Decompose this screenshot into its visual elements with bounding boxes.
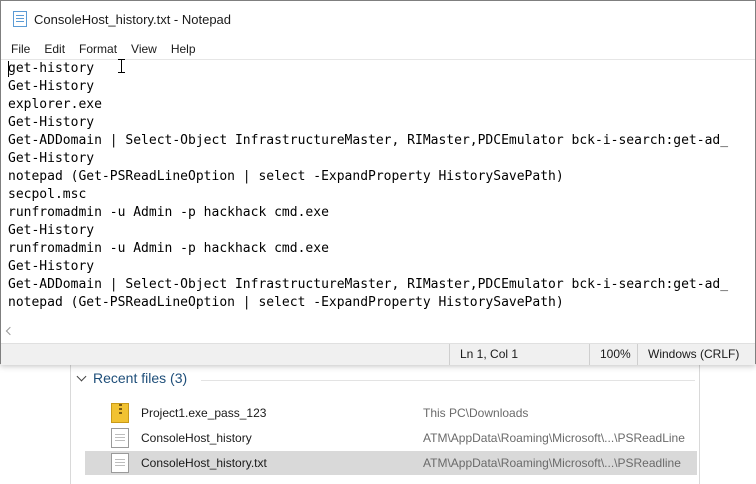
menu-format[interactable]: Format: [73, 42, 123, 56]
notepad-app-icon: [13, 11, 27, 27]
text-line: Get-History: [8, 223, 95, 238]
horizontal-scrollbar[interactable]: [1, 323, 755, 341]
file-path: ATM\AppData\Roaming\Microsoft\...\PSRead…: [423, 456, 681, 470]
file-path: This PC\Downloads: [423, 406, 529, 420]
chevron-down-icon[interactable]: [77, 373, 87, 383]
status-cursor-position: Ln 1, Col 1: [449, 344, 589, 365]
text-line: runfromadmin -u Admin -p hackhack cmd.ex…: [8, 205, 329, 220]
text-line: Get-History: [8, 259, 95, 274]
ibeam-cursor-icon: [118, 59, 126, 73]
text-line: notepad (Get-PSReadLineOption | select -…: [8, 295, 564, 310]
text-line: Get-ADDomain | Select-Object Infrastruct…: [8, 277, 729, 292]
recent-files-header[interactable]: Recent files (3): [77, 370, 187, 386]
recent-files-label: Recent files (3): [93, 370, 188, 386]
document-icon: [111, 428, 129, 448]
text-line: Get-History: [8, 115, 95, 130]
list-item-recent-file-3[interactable]: ConsoleHost_history.txt ATM\AppData\Roam…: [85, 451, 697, 475]
menu-file[interactable]: File: [5, 42, 36, 56]
window-title: ConsoleHost_history.txt - Notepad: [34, 11, 232, 27]
text-line: Get-History: [8, 151, 95, 166]
text-line: secpol.msc: [8, 187, 87, 202]
text-line: explorer.exe: [8, 97, 102, 112]
list-item-recent-file-1[interactable]: Project1.exe_pass_123 This PC\Downloads: [85, 401, 697, 425]
menu-edit[interactable]: Edit: [38, 42, 71, 56]
scroll-left-arrow-icon[interactable]: [5, 326, 15, 336]
text-line: get-history: [8, 61, 95, 76]
menu-help[interactable]: Help: [165, 42, 202, 56]
text-line: Get-History: [8, 79, 95, 94]
section-divider: [201, 380, 695, 381]
zip-folder-icon: [111, 403, 129, 423]
file-name: Project1.exe_pass_123: [141, 406, 267, 420]
list-item-recent-file-2[interactable]: ConsoleHost_history ATM\AppData\Roaming\…: [85, 426, 697, 450]
status-bar: Ln 1, Col 1 100% Windows (CRLF): [1, 343, 755, 365]
text-editor-area[interactable]: get-history Get-History explorer.exe Get…: [1, 59, 755, 322]
file-path: ATM\AppData\Roaming\Microsoft\...\PSRead…: [423, 431, 685, 445]
file-name: ConsoleHost_history.txt: [141, 456, 267, 470]
status-zoom-level: 100%: [589, 344, 637, 365]
menu-view[interactable]: View: [125, 42, 163, 56]
document-icon: [111, 453, 129, 473]
notepad-window: ConsoleHost_history.txt - Notepad File E…: [0, 0, 756, 365]
text-line: Get-ADDomain | Select-Object Infrastruct…: [8, 133, 729, 148]
status-line-ending: Windows (CRLF): [637, 344, 755, 365]
menu-bar: File Edit Format View Help: [1, 39, 202, 59]
text-line: notepad (Get-PSReadLineOption | select -…: [8, 169, 564, 184]
text-line: runfromadmin -u Admin -p hackhack cmd.ex…: [8, 241, 329, 256]
text-caret: [8, 61, 9, 77]
title-bar[interactable]: ConsoleHost_history.txt - Notepad: [1, 1, 755, 37]
file-name: ConsoleHost_history: [141, 431, 252, 445]
